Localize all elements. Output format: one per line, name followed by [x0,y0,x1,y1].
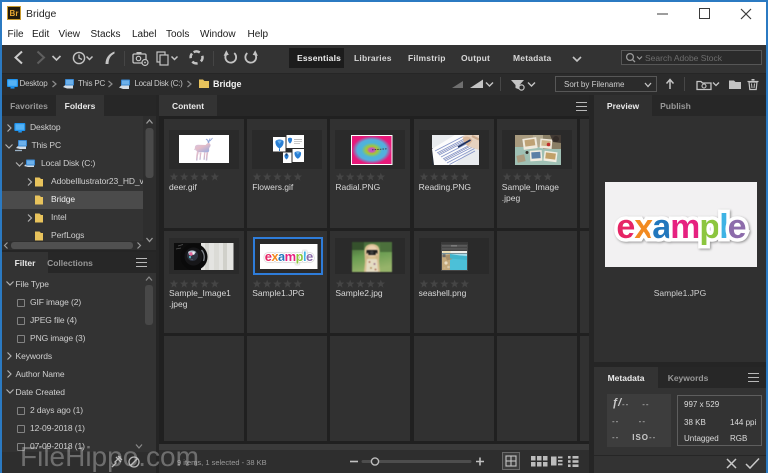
svg-text:example: example [616,208,745,246]
svg-text:example: example [265,249,313,264]
